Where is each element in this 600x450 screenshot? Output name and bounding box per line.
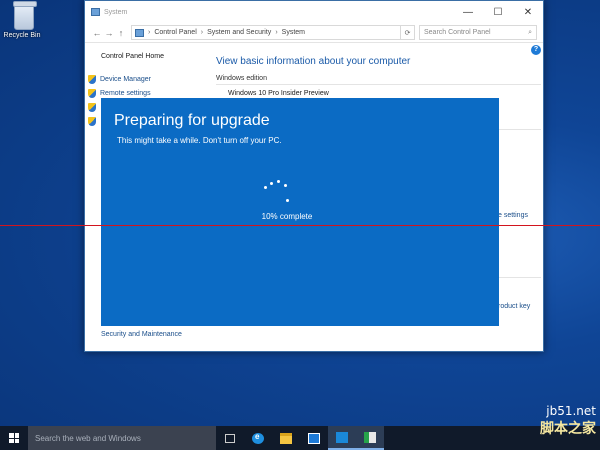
- help-icon[interactable]: ?: [531, 45, 541, 55]
- store-icon: [308, 432, 320, 444]
- file-explorer-button[interactable]: [272, 426, 300, 450]
- address-bar: ← → ↑ › Control Panel › System and Secur…: [85, 23, 543, 43]
- back-button[interactable]: ←: [91, 28, 103, 38]
- settings-button[interactable]: [328, 426, 356, 450]
- upgrade-title: Preparing for upgrade: [114, 112, 270, 129]
- chevron-right-icon: ›: [275, 29, 278, 36]
- sidebar-item-device-manager[interactable]: Device Manager: [88, 72, 208, 86]
- start-button[interactable]: [0, 426, 28, 450]
- watermark-site: jb51.net: [546, 404, 596, 418]
- progress-text: 10% complete: [261, 212, 313, 221]
- search-icon: ⌕: [528, 28, 532, 36]
- title-bar[interactable]: System — ☐ ✕: [85, 1, 543, 23]
- edge-icon: [252, 432, 264, 444]
- taskbar-search-input[interactable]: Search the web and Windows: [28, 426, 216, 450]
- up-button[interactable]: ↑: [115, 28, 127, 38]
- shield-icon: [88, 116, 96, 126]
- main-content: View basic information about your comput…: [216, 56, 541, 97]
- breadcrumb-system[interactable]: System: [282, 29, 305, 36]
- sidebar-item-label: Device Manager: [100, 75, 151, 83]
- upgrade-dialog: Preparing for upgrade This might take a …: [101, 98, 499, 326]
- recycle-bin-icon: [13, 1, 37, 30]
- sidebar-item-security-and-maintenance[interactable]: Security and Maintenance: [101, 331, 182, 338]
- system-icon: [91, 8, 100, 16]
- section-windows-edition: Windows edition: [216, 75, 541, 85]
- task-view-button[interactable]: [216, 426, 244, 450]
- console-button[interactable]: [356, 426, 384, 450]
- control-panel-icon: [135, 28, 144, 37]
- file-explorer-icon: [280, 432, 292, 444]
- close-button[interactable]: ✕: [513, 1, 543, 23]
- breadcrumb[interactable]: › Control Panel › System and Security › …: [131, 25, 401, 40]
- taskbar: Search the web and Windows: [0, 426, 600, 450]
- upgrade-subtitle: This might take a while. Don't turn off …: [117, 136, 282, 145]
- product-key-link[interactable]: roduct key: [498, 303, 530, 310]
- recycle-bin[interactable]: Recycle Bin: [4, 1, 44, 39]
- breadcrumb-system-and-security[interactable]: System and Security: [207, 29, 271, 36]
- page-title: View basic information about your comput…: [216, 56, 411, 67]
- breadcrumb-control-panel[interactable]: Control Panel: [154, 29, 196, 36]
- red-guide-line: [0, 225, 600, 226]
- change-settings-link[interactable]: e settings: [498, 212, 528, 219]
- watermark: jb51.net 脚本之家: [540, 404, 596, 438]
- sidebar-item-label: Remote settings: [100, 89, 151, 97]
- chevron-right-icon: ›: [148, 29, 151, 36]
- console-icon: [364, 431, 376, 443]
- search-placeholder: Search Control Panel: [424, 29, 491, 36]
- recycle-bin-label: Recycle Bin: [3, 32, 41, 39]
- refresh-icon[interactable]: ⟳: [401, 25, 415, 40]
- sidebar-item-home[interactable]: Control Panel Home: [101, 53, 208, 60]
- minimize-button[interactable]: —: [453, 1, 483, 23]
- watermark-brand: 脚本之家: [540, 421, 596, 437]
- chevron-right-icon: ›: [200, 29, 204, 36]
- task-view-icon: [225, 433, 235, 443]
- search-input[interactable]: Search Control Panel ⌕: [419, 25, 537, 40]
- edge-button[interactable]: [244, 426, 272, 450]
- windows-logo-icon: [9, 433, 19, 443]
- shield-icon: [88, 74, 96, 84]
- settings-icon: [336, 431, 348, 443]
- shield-icon: [88, 102, 96, 112]
- forward-button[interactable]: →: [103, 28, 115, 38]
- windows-edition-value: Windows 10 Pro Insider Preview: [228, 90, 329, 97]
- loading-spinner-icon: [261, 180, 291, 208]
- store-button[interactable]: [300, 426, 328, 450]
- maximize-button[interactable]: ☐: [483, 1, 513, 23]
- shield-icon: [88, 88, 96, 98]
- window-title: System: [104, 8, 128, 16]
